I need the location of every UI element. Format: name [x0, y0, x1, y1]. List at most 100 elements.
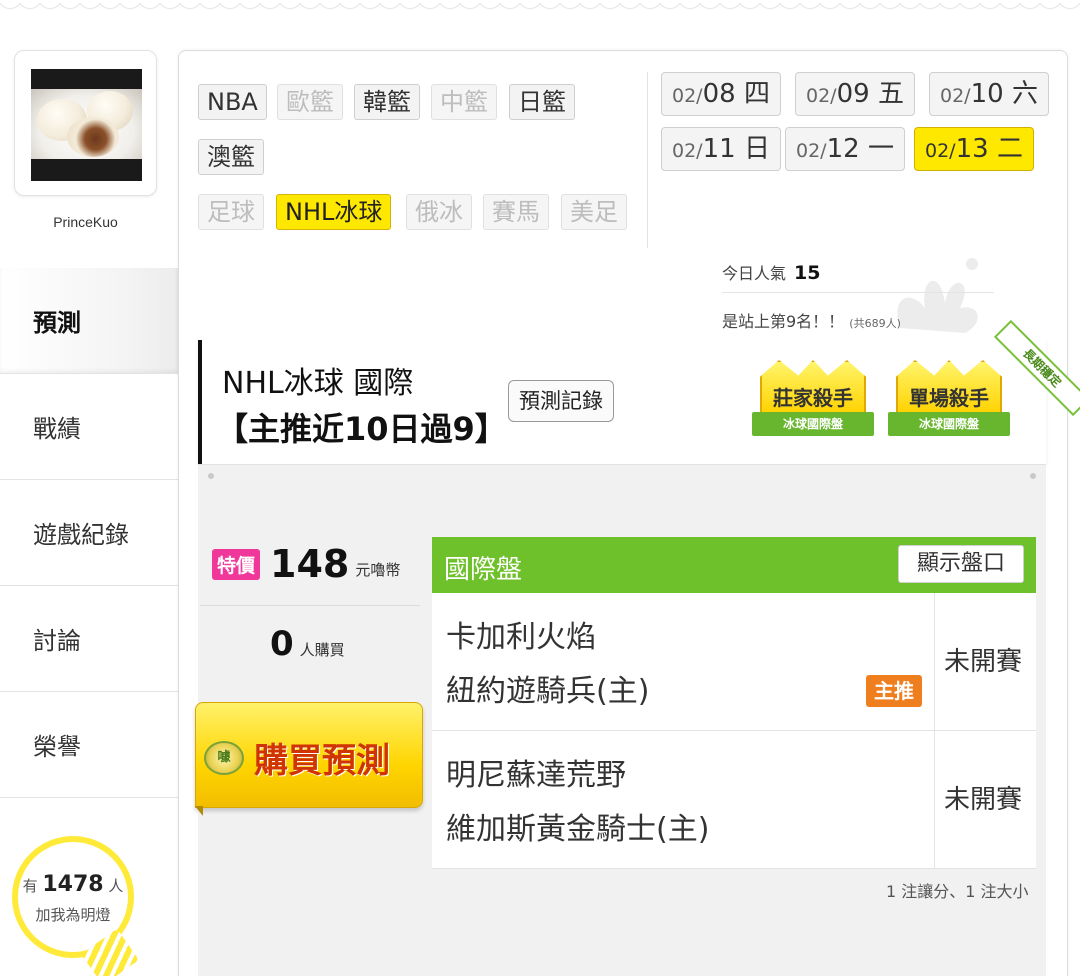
- date-button-selected[interactable]: 02/13 二: [914, 127, 1034, 171]
- sidebar-item-record[interactable]: 戰績: [0, 374, 178, 480]
- buyers-number: 0: [270, 624, 294, 664]
- date-weekday: 四: [743, 79, 770, 109]
- sidebar-item-label: 討論: [33, 627, 81, 655]
- away-team[interactable]: 明尼蘇達荒野: [446, 749, 709, 803]
- divider: [200, 605, 420, 606]
- buyers-label: 人購買: [299, 641, 345, 659]
- home-team[interactable]: 維加斯黃金騎士(主): [446, 803, 709, 857]
- sidebar-item-label: 榮譽: [33, 733, 81, 761]
- avatar-card[interactable]: [14, 50, 157, 196]
- category-china-basketball[interactable]: 中籃: [431, 84, 497, 120]
- fans-prefix: 有: [22, 877, 38, 895]
- date-month: 02/: [672, 85, 703, 107]
- filter-divider: [647, 72, 648, 248]
- popularity-value: 15: [794, 262, 821, 284]
- buy-prediction-button[interactable]: 噱 購買預測: [195, 702, 423, 808]
- game-row: 明尼蘇達荒野 維加斯黃金騎士(主) 未開賽: [432, 731, 1036, 869]
- special-badge: 特價: [212, 548, 261, 580]
- category-japan-basketball[interactable]: 日籃: [509, 84, 575, 120]
- award-ribbon: 冰球國際盤: [752, 412, 874, 436]
- sidebar-item-label: 遊戲紀錄: [33, 521, 129, 549]
- prediction-title: NHL冰球 國際: [222, 366, 414, 401]
- award-title: 莊家殺手: [773, 386, 853, 410]
- buyers-count: 0 人購買: [270, 624, 345, 664]
- coin-icon: 噱: [204, 741, 244, 775]
- main-pick-badge: 主推: [866, 675, 922, 707]
- game-teams: 明尼蘇達荒野 維加斯黃金騎士(主): [446, 749, 709, 857]
- date-day: 09: [836, 79, 870, 109]
- show-odds-button[interactable]: 顯示盤口: [898, 545, 1024, 583]
- sidebar-item-honor[interactable]: 榮譽: [0, 692, 178, 798]
- button-fold: [195, 806, 203, 816]
- category-horse-racing[interactable]: 賽馬: [483, 194, 549, 230]
- sidebar-item-predict[interactable]: 預測: [0, 268, 178, 374]
- sidebar-item-discussion[interactable]: 討論: [0, 586, 178, 692]
- game-status: 未開賽: [944, 785, 1023, 815]
- home-team[interactable]: 紐約遊騎兵(主): [446, 665, 649, 719]
- date-month: 02/: [806, 85, 837, 107]
- date-weekday: 日: [743, 134, 770, 164]
- date-month: 02/: [940, 85, 971, 107]
- date-month: 02/: [672, 140, 703, 162]
- rank-total: (共689人): [849, 317, 901, 330]
- fans-suffix: 人: [108, 877, 124, 895]
- category-australia-basketball[interactable]: 澳籃: [198, 139, 264, 175]
- popularity-label: 今日人氣: [722, 264, 787, 283]
- category-soccer[interactable]: 足球: [198, 194, 264, 230]
- date-weekday: 六: [1011, 79, 1038, 109]
- popularity-today: 今日人氣 15: [722, 260, 820, 284]
- date-button[interactable]: 02/12 一: [785, 127, 905, 171]
- prediction-subtitle: 【主推近10日過9】: [216, 410, 507, 448]
- divider: [934, 593, 935, 731]
- prediction-header: NHL冰球 國際 【主推近10日過9】 預測記錄 莊家殺手 冰球國際盤 單場殺手…: [198, 340, 1046, 464]
- sidebar-item-label: 戰績: [33, 415, 81, 443]
- award-ribbon: 冰球國際盤: [888, 412, 1010, 436]
- date-weekday: 一: [867, 134, 894, 164]
- away-team[interactable]: 卡加利火焰: [446, 611, 649, 665]
- date-button[interactable]: 02/09 五: [795, 72, 915, 116]
- game-teams: 卡加利火焰 紐約遊騎兵(主): [446, 611, 649, 719]
- date-day: 10: [970, 79, 1004, 109]
- date-button[interactable]: 02/11 日: [661, 127, 781, 171]
- date-month: 02/: [925, 140, 956, 162]
- category-russia-hockey[interactable]: 俄冰: [406, 194, 472, 230]
- category-korea-basketball[interactable]: 韓籃: [354, 84, 420, 120]
- game-row: 卡加利火焰 紐約遊騎兵(主) 主推 未開賽: [432, 593, 1036, 731]
- date-day: 08: [702, 79, 736, 109]
- date-button[interactable]: 02/10 六: [929, 72, 1049, 116]
- price-unit: 元嚕幣: [355, 560, 401, 579]
- date-weekday: 二: [996, 134, 1023, 164]
- popularity-rank: 是站上第9名！！ (共689人): [722, 308, 901, 332]
- date-day: 13: [955, 134, 989, 164]
- fans-count: 1478: [42, 872, 104, 897]
- avatar: [31, 69, 142, 181]
- username[interactable]: PrinceKuo: [14, 214, 157, 230]
- date-button[interactable]: 02/08 四: [661, 72, 781, 116]
- date-day: 11: [702, 134, 736, 164]
- buy-button-label: 購買預測: [254, 741, 390, 781]
- rank-text: 是站上第9名！！: [722, 312, 845, 331]
- divider: [934, 731, 935, 869]
- market-header: 國際盤 顯示盤口: [432, 537, 1036, 593]
- bet-summary: 1 注讓分、1 注大小: [886, 882, 1029, 901]
- fans-label: 加我為明燈: [35, 906, 111, 924]
- pin-icon: [208, 473, 214, 479]
- date-month: 02/: [796, 140, 827, 162]
- sidebar-item-label: 預測: [33, 309, 81, 337]
- award-title: 單場殺手: [909, 386, 989, 410]
- prediction-history-button[interactable]: 預測記錄: [508, 380, 614, 422]
- date-weekday: 五: [877, 79, 904, 109]
- category-euro-basketball[interactable]: 歐籃: [277, 84, 343, 120]
- sidebar-item-game-log[interactable]: 遊戲紀錄: [0, 480, 178, 586]
- sidebar-nav: 預測 戰績 遊戲紀錄 討論 榮譽: [0, 268, 178, 798]
- award-badge[interactable]: 單場殺手 冰球國際盤: [888, 360, 1010, 442]
- award-badge[interactable]: 莊家殺手 冰球國際盤: [752, 360, 874, 442]
- game-status: 未開賽: [944, 647, 1023, 677]
- category-american-football[interactable]: 美足: [561, 194, 627, 230]
- date-day: 12: [826, 134, 860, 164]
- category-nhl[interactable]: NHL冰球: [276, 194, 392, 230]
- category-nba[interactable]: NBA: [198, 84, 267, 120]
- top-wave-border: [0, 0, 1080, 18]
- divider: [722, 292, 994, 293]
- price-row: 特價 148 元嚕幣: [212, 542, 400, 586]
